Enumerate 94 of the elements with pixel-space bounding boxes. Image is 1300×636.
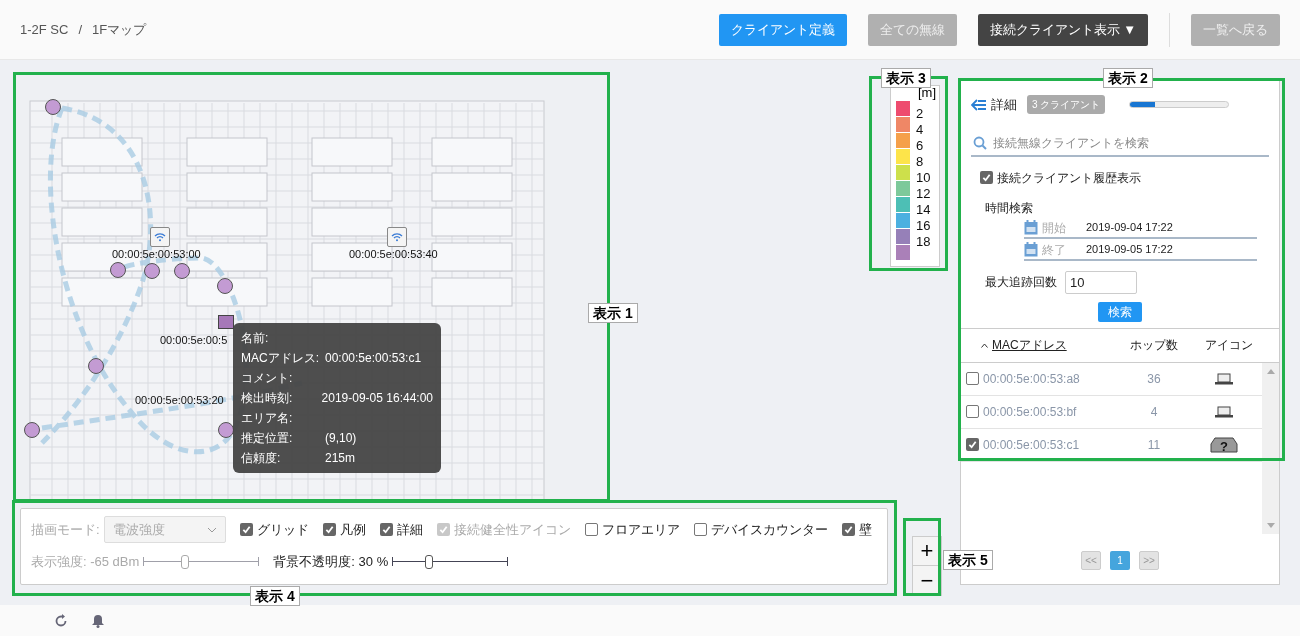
search-field[interactable]: 接続無線クライアントを検索 [993,133,1223,152]
checkbox[interactable] [966,372,979,385]
tooltip-value: 2019-09-05 16:44:00 [321,390,433,407]
tooltip-label: MACアドレス: [241,350,320,367]
checkbox-label: 詳細 [396,520,423,539]
legend-value: 10 [916,170,931,184]
tooltip-value: 00:00:5e:00:53:c1 [325,350,422,367]
header-button[interactable]: 接続クライアント表示 ▼ [977,13,1148,46]
tooltip-value: (9,10) [325,430,357,447]
annotation-label: 表示 5 [943,550,993,570]
date-field[interactable]: 開始 2019-09-04 17:22 [1024,218,1257,239]
annotation-label: 表示 1 [588,303,638,323]
legend-value: 2 [916,106,924,120]
checkbox[interactable] [966,405,979,418]
client-marker[interactable] [45,99,61,115]
tooltip-label: 名前: [241,330,270,347]
max-trace-field[interactable]: 10 [1065,270,1137,294]
tooltip-label: 信頼度: [241,450,282,467]
checkbox[interactable] [693,523,707,536]
mac-cell-text: 00:00:5e:00:53:c1 [983,436,1080,454]
client-label: 00:00:5e:00:5 [160,335,228,346]
hops-cell-text: 11 [1146,436,1162,454]
question-device-icon: ? [1210,436,1238,453]
checkbox[interactable] [379,523,393,536]
checkbox-label: 接続健全性アイコン [453,520,571,539]
sort-caret-icon [981,342,988,348]
checkbox[interactable] [322,523,336,536]
time-search-label: 時間検索 [985,199,1034,217]
table-row[interactable]: 00:00:5e:00:53:c1 11 ? [961,428,1262,462]
access-point-label: 00:00:5e:00:53:00 [112,249,201,260]
legend-value: 14 [916,202,931,216]
zoom-in-button[interactable]: + [913,537,941,566]
hops-cell-text: 36 [1146,370,1162,388]
date-field[interactable]: 終了 2019-09-05 17:22 [1024,240,1257,261]
legend-value: 18 [916,234,931,248]
back-arrow-icon [971,98,987,111]
tooltip-value: 215m [325,450,356,467]
breadcrumb-item[interactable]: 1-2F SC [20,19,69,40]
breadcrumb-separator: / [78,20,83,39]
chevron-down-icon [206,526,217,533]
checkbox[interactable] [584,523,598,536]
max-trace-label: 最大追跡回数 [985,274,1057,291]
calendar-icon [1024,220,1038,235]
tooltip-label: エリア名: [241,410,294,427]
checkbox-label: 接続クライアント履歴表示 [997,169,1141,187]
legend-value: 16 [916,218,931,232]
checkbox-label: グリッド [256,520,309,539]
breadcrumb-item[interactable]: 1Fマップ [92,19,147,40]
access-point-icon[interactable] [387,227,407,247]
date-label: 終了 [1042,241,1067,259]
annotation-label: 表示 4 [250,586,300,606]
date-value: 2019-09-04 17:22 [1086,220,1173,236]
hops-cell-text: 4 [1149,403,1159,421]
checkbox-label: 凡例 [339,520,366,539]
legend-value: 12 [916,186,931,200]
date-label: 開始 [1042,219,1067,237]
mac-cell-text: 00:00:5e:00:53:bf [983,403,1077,421]
slider-thumb[interactable] [424,554,433,569]
legend-value: 6 [916,138,924,152]
checkbox-label: フロアエリア [601,520,680,539]
annotation-label: 表示 3 [881,68,931,88]
client-marker[interactable] [24,422,40,438]
back-button[interactable]: 詳細 [971,95,1017,115]
access-point-label: 00:00:5e:00:53:40 [349,249,438,260]
legend-unit: [m] [916,86,936,100]
checkbox[interactable] [239,523,253,536]
search-icon [973,135,987,150]
refresh-icon[interactable] [54,613,68,628]
date-value: 2019-09-05 17:22 [1086,242,1173,258]
access-point-icon[interactable] [150,227,170,247]
annotation-label: 表示 2 [1103,68,1153,88]
zoom-out-button[interactable]: − [913,566,941,595]
checkbox[interactable] [841,523,855,536]
checkbox[interactable] [966,438,979,451]
mac-cell-text: 00:00:5e:00:53:a8 [983,370,1080,388]
checkbox-label: 壁 [858,520,872,539]
legend-value: 8 [916,154,924,168]
slider-label: 表示強度: -65 dBm [31,553,140,571]
legend-value: 4 [916,122,924,136]
tooltip-label: 推定位置: [241,430,294,447]
client-count-badge: 3 クライアント [1027,95,1106,115]
mode-label: 描画モード: [31,520,100,539]
calendar-icon [1024,242,1038,257]
column-header[interactable]: MACアドレス [992,336,1067,354]
checkbox[interactable] [980,171,993,184]
client-label: 00:00:5e:00:53:20 [135,395,224,406]
slider-track[interactable] [392,554,509,569]
column-header: アイコン [1204,337,1254,354]
bell-icon[interactable] [92,613,104,628]
column-header: ホップ数 [1129,337,1179,354]
tooltip-label: 検出時刻: [241,390,294,407]
checkbox-label: デバイスカウンター [710,520,828,539]
tooltip-label: コメント: [241,370,294,387]
slider-label: 背景不透明度: 30 % [273,553,389,571]
